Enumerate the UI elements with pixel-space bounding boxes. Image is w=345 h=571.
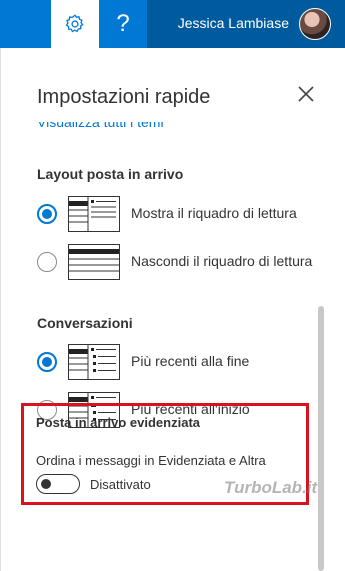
radio-hide-reading-pane[interactable] xyxy=(37,252,57,272)
watermark-logo: TurboLab.it xyxy=(224,478,318,497)
radio-newest-bottom[interactable] xyxy=(37,352,57,372)
user-name[interactable]: Jessica Lambiase xyxy=(178,15,289,31)
top-bar: ? Jessica Lambiase xyxy=(0,0,345,48)
view-all-themes-link[interactable]: Visualizza tutti i temi xyxy=(37,122,164,132)
avatar[interactable] xyxy=(299,8,331,40)
app-launcher-area xyxy=(0,0,51,48)
conversation-option-newest-bottom[interactable]: Più recenti alla fine xyxy=(37,344,337,382)
option-label: Nascondi il riquadro di lettura xyxy=(131,253,313,269)
reading-pane-shown-icon xyxy=(68,196,120,232)
help-icon: ? xyxy=(116,10,130,37)
focused-inbox-description: Ordina i messaggi in Evidenziata e Altra xyxy=(36,453,266,468)
focused-inbox-toggle-label: Disattivato xyxy=(90,477,151,492)
panel-scrollbar[interactable] xyxy=(318,306,324,571)
layout-option-show-reading-pane[interactable]: Mostra il riquadro di lettura xyxy=(37,196,337,234)
newest-bottom-icon xyxy=(68,344,120,380)
settings-button[interactable] xyxy=(51,0,99,48)
option-label: Mostra il riquadro di lettura xyxy=(131,205,297,221)
panel-title: Impostazioni rapide xyxy=(37,86,211,108)
gear-icon xyxy=(65,14,84,33)
conversations-section-heading: Conversazioni xyxy=(37,315,133,331)
layout-option-hide-reading-pane[interactable]: Nascondi il riquadro di lettura xyxy=(37,244,337,282)
account-area[interactable]: Jessica Lambiase xyxy=(147,0,345,48)
radio-show-reading-pane[interactable] xyxy=(37,204,57,224)
close-icon[interactable] xyxy=(294,82,318,106)
focused-inbox-heading: Posta in arrivo evidenziata xyxy=(36,415,201,430)
focused-inbox-toggle[interactable] xyxy=(36,474,80,494)
help-button[interactable]: ? xyxy=(99,0,147,48)
layout-section-heading: Layout posta in arrivo xyxy=(37,166,184,182)
reading-pane-hidden-icon xyxy=(68,244,120,280)
option-label: Più recenti alla fine xyxy=(131,353,250,369)
